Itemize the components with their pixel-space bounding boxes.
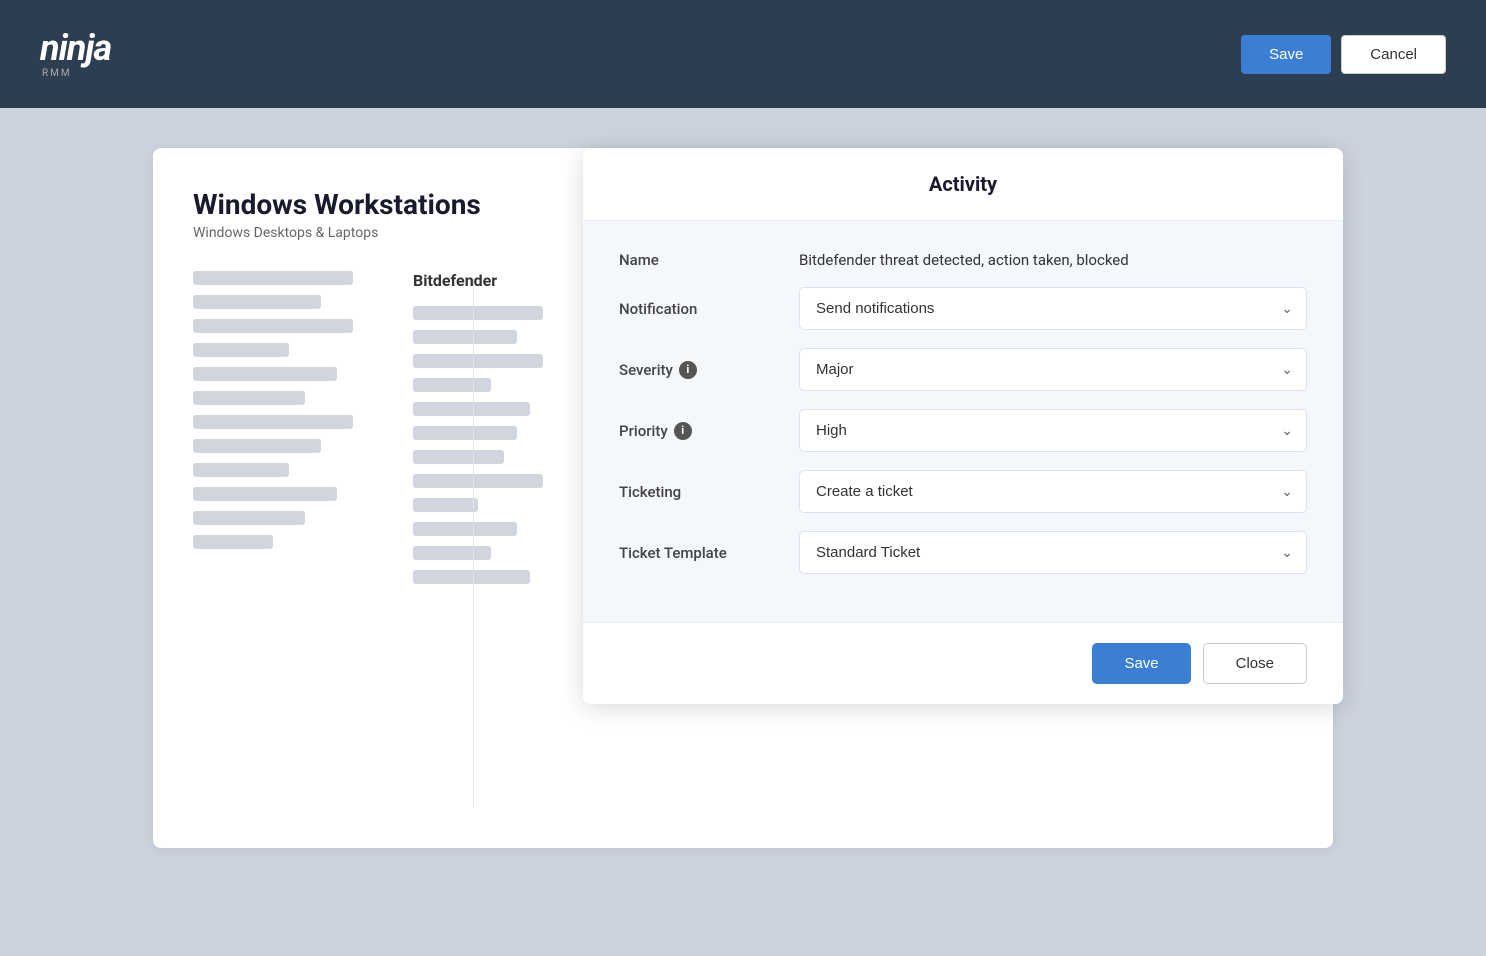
skeleton-line [413,426,517,440]
activity-footer: Save Close [583,622,1343,704]
ticketing-select-wrapper: Do not create a ticket Create a ticket ⌄ [799,470,1307,513]
ticketing-label: Ticketing [619,483,799,501]
priority-label: Priority i [619,422,799,440]
modal-save-button[interactable]: Save [1092,643,1190,684]
severity-select[interactable]: None Informational Minor Major Critical [799,348,1307,391]
section-header: Bitdefender [413,271,543,290]
skeleton-line [193,319,353,333]
skeleton-col-right [413,306,543,584]
skeleton-col-left [193,271,353,584]
name-label: Name [619,251,799,269]
activity-header: Activity [583,148,1343,221]
priority-select-wrapper: None Low Medium High Urgent ⌄ [799,409,1307,452]
notification-row: Notification Send notifications Do not s… [619,287,1307,330]
modal-close-button[interactable]: Close [1203,643,1307,684]
skeleton-line [413,522,517,536]
ticket-template-select[interactable]: Standard Ticket Custom Ticket [799,531,1307,574]
skeleton-line [193,367,337,381]
nav-cancel-button[interactable]: Cancel [1341,35,1446,74]
main-area: Windows Workstations Windows Desktops & … [0,108,1486,956]
severity-row: Severity i None Informational Minor Majo… [619,348,1307,391]
skeleton-line [193,391,305,405]
name-value: Bitdefender threat detected, action take… [799,251,1307,269]
skeleton-line [413,330,517,344]
skeleton-line [193,535,273,549]
skeleton-line [193,439,321,453]
top-navigation: ninja RMM Save Cancel [0,0,1486,108]
skeleton-line [413,378,491,392]
notification-label: Notification [619,300,799,318]
skeleton-line [193,487,337,501]
activity-title: Activity [619,172,1307,196]
skeleton-line [193,271,353,285]
logo-text: ninja [40,27,111,69]
ticketing-row: Ticketing Do not create a ticket Create … [619,470,1307,513]
severity-select-wrapper: None Informational Minor Major Critical … [799,348,1307,391]
skeleton-line [413,474,543,488]
skeleton-line [413,306,543,320]
logo-rmm: RMM [40,68,111,79]
nav-buttons: Save Cancel [1241,35,1446,74]
skeleton-line [413,354,543,368]
nav-save-button[interactable]: Save [1241,35,1331,74]
section-with-header: Bitdefender [413,271,543,584]
notification-select[interactable]: Send notifications Do not send notificat… [799,287,1307,330]
ticket-template-row: Ticket Template Standard Ticket Custom T… [619,531,1307,574]
logo-area: ninja RMM [40,30,111,79]
skeleton-line [193,415,353,429]
skeleton-line [413,498,478,512]
activity-panel: Activity Name Bitdefender threat detecte… [583,148,1343,704]
name-row: Name Bitdefender threat detected, action… [619,251,1307,269]
priority-row: Priority i None Low Medium High Urgent ⌄ [619,409,1307,452]
ticket-template-label: Ticket Template [619,544,799,562]
skeleton-line [193,463,289,477]
severity-label: Severity i [619,361,799,379]
vertical-divider [473,278,474,808]
ticketing-select[interactable]: Do not create a ticket Create a ticket [799,470,1307,513]
skeleton-line [193,511,305,525]
skeleton-line [193,343,289,357]
severity-info-icon[interactable]: i [679,361,697,379]
skeleton-line [413,402,530,416]
skeleton-line [193,295,321,309]
skeleton-line [413,570,530,584]
notification-select-wrapper: Send notifications Do not send notificat… [799,287,1307,330]
skeleton-line [413,450,504,464]
background-card: Windows Workstations Windows Desktops & … [153,148,1333,848]
skeleton-line [413,546,491,560]
priority-select[interactable]: None Low Medium High Urgent [799,409,1307,452]
ticket-template-select-wrapper: Standard Ticket Custom Ticket ⌄ [799,531,1307,574]
activity-body: Name Bitdefender threat detected, action… [583,221,1343,622]
priority-info-icon[interactable]: i [674,422,692,440]
